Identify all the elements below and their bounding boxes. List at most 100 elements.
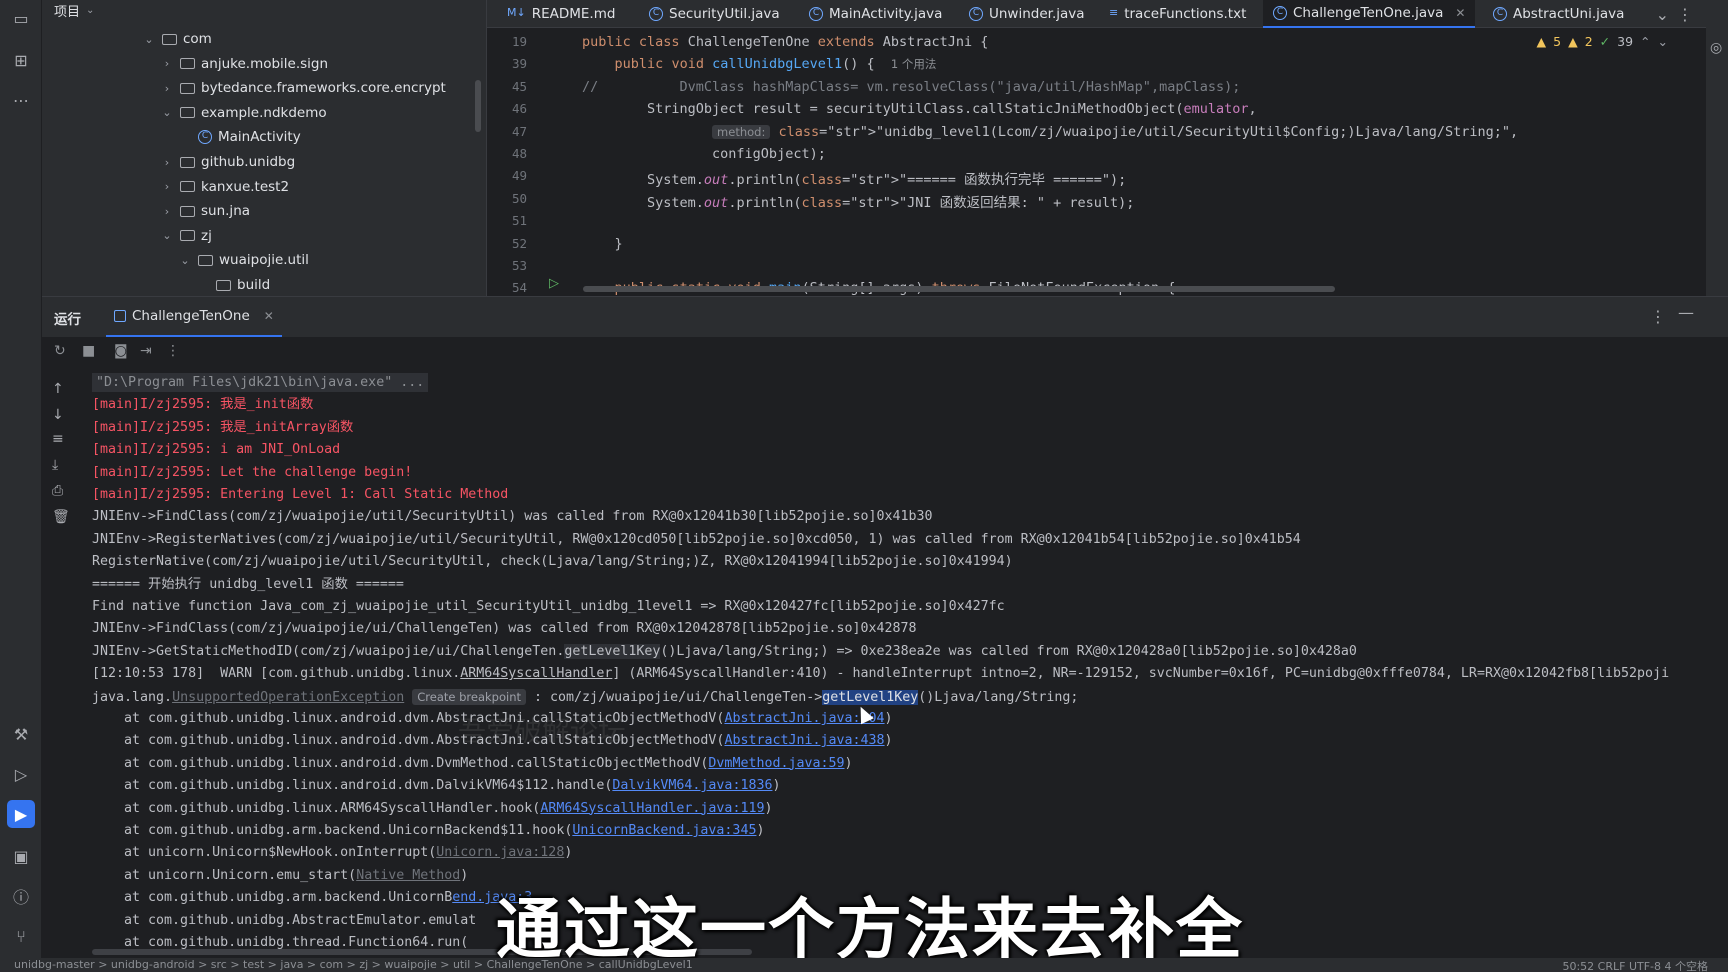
tab-label: ChallengeTenOne.java (1293, 5, 1444, 21)
folder-icon (180, 181, 195, 193)
exit-icon[interactable]: ⇥ (140, 343, 152, 359)
tree-item[interactable]: › github.unidbg (160, 151, 295, 173)
source-link[interactable]: ARM64SyscallHandler.java:119 (540, 801, 764, 816)
close-icon[interactable]: ✕ (1455, 6, 1465, 20)
scrollbar[interactable] (475, 80, 481, 132)
breadcrumb[interactable]: unidbg-master > unidbg-android > src > t… (14, 958, 693, 971)
log-text: [main]I/zj2595: 我是_initArray函数 (92, 419, 354, 435)
source-link[interactable]: Native Method (356, 868, 460, 883)
status-info[interactable]: 50:52 CRLF UTF-8 4 个空格 (1562, 958, 1708, 972)
more-options-icon[interactable]: ⋮ (1650, 307, 1666, 326)
build-icon[interactable]: ⚒ (9, 722, 33, 746)
git-icon[interactable]: ⑂ (9, 924, 33, 948)
trash-icon[interactable]: 🗑 (52, 509, 70, 525)
tree-item[interactable]: › anjuke.mobile.sign (160, 53, 328, 75)
code-line: System.out.println(class="str">"JNI 函数返回… (582, 194, 1135, 211)
more-icon[interactable]: ⋮ (166, 343, 180, 359)
tab-label: traceFunctions.txt (1124, 6, 1247, 22)
run-panel: 运行 ChallengeTenOne ✕ ⋮ — ↻ ■ ◙ ⇥ ⋮ ↑ ↓ ≡… (42, 296, 1728, 958)
tab-label: README.md (531, 6, 616, 22)
tab-mainactivity-java[interactable]: C MainActivity.java (799, 0, 952, 28)
camera-icon[interactable]: ◙ (114, 343, 128, 359)
print-icon[interactable]: ⎙ (52, 483, 63, 499)
exception-name[interactable]: UnsupportedOperationException (172, 690, 404, 705)
usage-hint[interactable]: 1 个用法 (891, 57, 936, 71)
tree-item[interactable]: ⌄ wuaipojie.util (178, 249, 309, 271)
chevron-up-icon[interactable]: ⌃ (1640, 34, 1650, 49)
log-text: JNIEnv->RegisterNatives(com/zj/wuaipojie… (92, 531, 1301, 547)
chevron-down-icon[interactable]: ⌄ (1658, 34, 1668, 49)
inspection-widget[interactable]: ▲ 5 ▲ 2 ✓ 39 ⌃ ⌄ (1536, 34, 1668, 49)
scroll-end-icon[interactable]: ⤓ (52, 457, 58, 473)
minimize-icon[interactable]: — (1678, 303, 1694, 322)
more-icon[interactable]: ⋮ (1677, 5, 1693, 24)
tab-securityutil-java[interactable]: C SecurityUtil.java (639, 0, 790, 28)
tab-label: SecurityUtil.java (669, 6, 780, 22)
code-text: class="str">"unidbg_level1(Lcom/zj/wuaip… (778, 123, 1510, 140)
console-line: [main]I/zj2595: Entering Level 1: Call S… (92, 485, 508, 505)
stack-frame: at com.github.unidbg.arm.backend.Unicorn… (92, 890, 453, 906)
tree-item[interactable]: › sun.jna (160, 200, 250, 222)
tree-item[interactable]: ⌄ zj (160, 225, 212, 247)
source-link[interactable]: DvmMethod.java:59 (708, 756, 844, 771)
tree-item[interactable]: › bytedance.frameworks.core.encrypt (160, 77, 446, 99)
source-link[interactable]: UnicornBackend.java:345 (572, 823, 756, 838)
folder-icon[interactable]: ▭ (9, 6, 33, 30)
tab-challengetenone-java[interactable]: C ChallengeTenOne.java ✕ (1263, 0, 1476, 28)
chevron-right-icon[interactable]: › (160, 156, 174, 169)
tab-run-config[interactable]: ChallengeTenOne ✕ (106, 297, 282, 337)
tab-readme-md[interactable]: M↓ README.md (497, 0, 625, 28)
source-link[interactable]: AbstractJni.java:438 (724, 733, 884, 748)
problems-icon[interactable]: ⓘ (9, 884, 33, 908)
tab-label: Unwinder.java (989, 6, 1085, 22)
tree-item-label: zj (201, 227, 212, 244)
command-text: "D:\Program Files\jdk21\bin\java.exe" ..… (92, 373, 429, 392)
tabs-overflow-icon[interactable]: ⌄ (1656, 5, 1669, 24)
tree-item[interactable]: C MainActivity (178, 126, 301, 148)
run-icon[interactable]: ▶ (7, 800, 35, 828)
horizontal-scrollbar[interactable] (583, 286, 1335, 292)
arrow-up-icon[interactable]: ↑ (52, 381, 64, 397)
line-number: 54 (511, 280, 527, 296)
watermark: 吾爱破解论坛 (458, 715, 627, 748)
services-icon[interactable]: ▷ (9, 762, 33, 786)
project-header[interactable]: 项目 ⌄ (54, 0, 94, 20)
run-gutter-icon[interactable]: ▷ (549, 276, 559, 291)
chevron-right-icon[interactable]: › (160, 57, 174, 70)
stack-frame: at com.github.unidbg.linux.android.dvm.D… (92, 778, 613, 794)
line-number: 46 (511, 101, 527, 117)
source-link[interactable]: Unicorn.java:128 (436, 845, 564, 860)
tree-item[interactable]: build (196, 274, 270, 296)
chevron-down-icon[interactable]: ⌄ (160, 229, 174, 242)
tab-unwinder-java[interactable]: C Unwinder.java (959, 0, 1095, 28)
stop-icon[interactable]: ■ (82, 343, 95, 359)
chevron-right-icon[interactable]: › (160, 180, 174, 193)
code-text: System.out.println(class="str">"JNI 函数返回… (582, 194, 1046, 211)
tree-item[interactable]: ⌄ example.ndkdemo (160, 102, 326, 124)
arrow-down-icon[interactable]: ↓ (52, 407, 64, 423)
tab-tracefunctions-txt[interactable]: ≡ traceFunctions.txt (1099, 0, 1256, 28)
source-link[interactable]: DalvikVM64.java:1836 (612, 778, 772, 793)
notifications-icon[interactable]: ◎ (1710, 40, 1722, 56)
soft-wrap-icon[interactable]: ≡ (52, 431, 64, 447)
console-line: [main]I/zj2595: 我是_init函数 (92, 395, 313, 415)
more-icon[interactable]: ⋯ (9, 88, 33, 112)
tree-item-label: com (183, 31, 212, 47)
terminal-icon[interactable]: ▣ (9, 844, 33, 868)
chevron-down-icon[interactable]: ⌄ (142, 33, 156, 46)
structure-icon[interactable]: ⊞ (9, 48, 33, 72)
rerun-icon[interactable]: ↻ (54, 343, 66, 359)
chevron-right-icon[interactable]: › (160, 205, 174, 218)
console-output[interactable]: "D:\Program Files\jdk21\bin\java.exe" ..… (92, 373, 1728, 957)
chevron-down-icon[interactable]: ⌄ (178, 254, 192, 267)
create-breakpoint-button[interactable]: Create breakpoint (412, 688, 527, 705)
close-icon[interactable]: ✕ (264, 309, 274, 323)
tree-item[interactable]: › kanxue.test2 (160, 176, 289, 198)
tree-item[interactable]: ⌄ com (142, 28, 212, 50)
chevron-down-icon[interactable]: ⌄ (160, 106, 174, 119)
console-line: [12:10:53 178] WARN [com.github.unidbg.l… (92, 664, 1669, 684)
tab-abstractuni-java[interactable]: C AbstractUni.java (1483, 0, 1634, 28)
selected-text[interactable]: getLevel1Key (822, 689, 919, 705)
stack-frame: at com.github.unidbg.linux.android.dvm.A… (92, 733, 725, 749)
chevron-right-icon[interactable]: › (160, 82, 174, 95)
